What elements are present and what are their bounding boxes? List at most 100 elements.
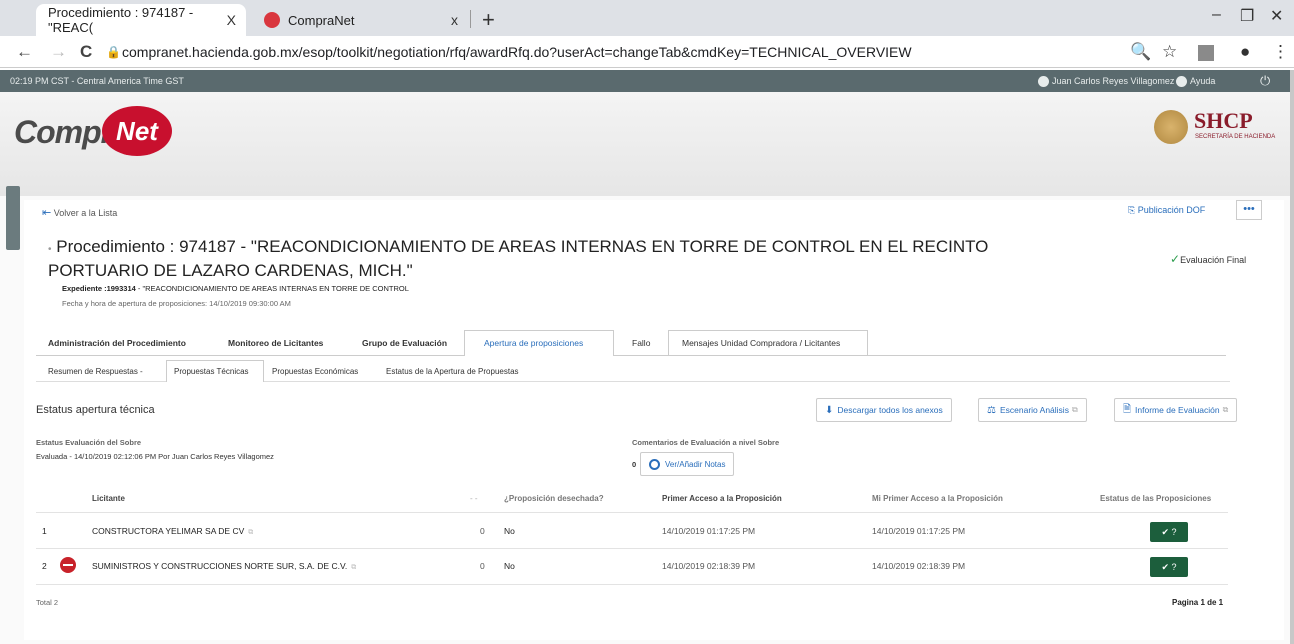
back-to-list-link[interactable]: ⇤ Volver a la Lista xyxy=(42,206,117,219)
row-2-name[interactable]: SUMINISTROS Y CONSTRUCCIONES NORTE SUR, … xyxy=(92,561,356,572)
row-2-desechada: No xyxy=(504,561,515,571)
scenario-analysis-button[interactable]: ⚖ Escenario Análisis ⧉ xyxy=(978,398,1087,422)
row-2-primer-acceso: 14/10/2019 02:18:39 PM xyxy=(662,561,756,571)
col-desechada: ¿Proposición desechada? xyxy=(504,494,604,503)
help-icon xyxy=(1176,76,1187,88)
procedure-title: • Procedimiento : 974187 - "REACONDICION… xyxy=(48,236,1048,281)
menu-icon[interactable]: ⋮ xyxy=(1272,42,1289,62)
close-tab-icon[interactable]: x xyxy=(451,12,458,28)
report-label: Informe de Evaluación xyxy=(1135,405,1220,415)
profile-icon[interactable]: ● xyxy=(1240,42,1250,62)
tab-monitoreo[interactable]: Monitoreo de Licitantes xyxy=(228,338,323,348)
col-primer-acceso: Primer Acceso a la Proposición xyxy=(662,494,782,503)
notes-label: Ver/Añadir Notas xyxy=(665,459,726,469)
row-1-primer-acceso: 14/10/2019 01:17:25 PM xyxy=(662,526,756,536)
url-field[interactable]: compranet.hacienda.gob.mx/esop/toolkit/n… xyxy=(122,44,912,60)
new-tab-button[interactable]: + xyxy=(482,7,495,33)
col-mi-primer-acceso: Mi Primer Acceso a la Proposición xyxy=(872,494,1003,503)
subtab-resumen[interactable]: Resumen de Respuestas - xyxy=(48,367,143,376)
bullet-icon: • xyxy=(48,244,52,255)
analysis-icon: ⚖ xyxy=(987,404,996,416)
publication-icon: ⎘ xyxy=(1128,205,1136,215)
user-menu[interactable]: Juan Carlos Reyes Villagomez xyxy=(1038,76,1175,88)
row-divider xyxy=(36,548,1228,549)
row-2-num: 2 xyxy=(42,561,47,571)
compranet-favicon-icon xyxy=(264,12,280,28)
app-top-strip: 02:19 PM CST - Central America Time GST … xyxy=(0,70,1290,92)
more-options-button[interactable]: ••• xyxy=(1236,200,1262,220)
check-icon: ✓ xyxy=(1170,252,1181,266)
publication-label: Publicación DOF xyxy=(1137,205,1206,215)
row-divider xyxy=(36,512,1228,513)
download-label: Descargar todos los anexos xyxy=(837,405,943,415)
header-banner: Compra Net SHCP SECRETARÍA DE HACIENDA xyxy=(0,92,1290,196)
download-icon: ⬇ xyxy=(825,404,834,416)
tab-mensajes[interactable]: Mensajes Unidad Compradora / Licitantes xyxy=(682,338,840,348)
help-label: Ayuda xyxy=(1190,76,1216,86)
close-window-icon[interactable]: ✕ xyxy=(1270,6,1283,26)
col-licitante: Licitante xyxy=(92,494,125,503)
subtab-tecnicas[interactable]: Propuestas Técnicas xyxy=(174,367,249,376)
external-link-icon: ⧉ xyxy=(1071,405,1078,414)
external-link-icon: ⧉ xyxy=(351,564,357,571)
forward-arrow-icon[interactable]: → xyxy=(50,42,67,62)
browser-tab-compranet[interactable]: CompraNet x xyxy=(252,4,468,36)
download-all-button[interactable]: ⬇ Descargar todos los anexos xyxy=(816,398,952,422)
comments-label: Comentarios de Evaluación a nivel Sobre xyxy=(632,438,780,447)
reload-icon[interactable]: C xyxy=(80,42,92,62)
expediente-info: Expediente :1993314 - "REACONDICIONAMIEN… xyxy=(62,284,409,293)
row-1-count: 0 xyxy=(480,526,485,536)
logout-icon[interactable]: ⏻ xyxy=(1260,73,1270,89)
row-1-desechada: No xyxy=(504,526,515,536)
page-scrollbar[interactable] xyxy=(1290,70,1294,644)
subtab-economicas[interactable]: Propuestas Económicas xyxy=(272,367,358,376)
mexico-seal-icon xyxy=(1154,110,1188,144)
row-1-name[interactable]: CONSTRUCTORA YELIMAR SA DE CV ⧉ xyxy=(92,526,253,537)
user-name: Juan Carlos Reyes Villagomez xyxy=(1052,76,1175,86)
star-icon[interactable]: ☆ xyxy=(1162,42,1177,62)
add-notes-button[interactable]: Ver/Añadir Notas xyxy=(640,452,735,476)
status-badge: ✓Evaluación Final xyxy=(1170,252,1246,266)
tab-administracion[interactable]: Administración del Procedimiento xyxy=(48,338,186,348)
tab-fallo[interactable]: Fallo xyxy=(632,338,650,348)
subtab-estatus[interactable]: Estatus de la Apertura de Propuestas xyxy=(386,367,519,376)
shcp-subtitle: SECRETARÍA DE HACIENDA xyxy=(1195,134,1276,140)
section-title: Estatus apertura técnica xyxy=(36,404,155,416)
close-tab-icon[interactable]: X xyxy=(227,12,236,28)
row-2-status-button[interactable]: ✔ ? xyxy=(1150,557,1188,577)
sidebar-toggle-handle[interactable] xyxy=(6,186,20,250)
row-1-status-button[interactable]: ✔ ? xyxy=(1150,522,1188,542)
search-icon[interactable]: 🔍 xyxy=(1130,42,1151,62)
tab-title: Procedimiento : 974187 - "REAC( xyxy=(48,5,194,35)
back-arrow-icon[interactable]: ← xyxy=(16,42,33,62)
procedure-title-text: Procedimiento : 974187 - "REACONDICIONAM… xyxy=(48,237,989,280)
comments-count: 0 xyxy=(632,460,637,469)
tab-separator xyxy=(470,10,471,28)
extension-icon[interactable] xyxy=(1198,45,1214,61)
publication-dof-link[interactable]: ⎘ Publicación DOF xyxy=(1128,205,1205,216)
evaluation-status-value: Evaluada - 14/10/2019 02:12:06 PM Por Ju… xyxy=(36,452,274,461)
opening-date: Fecha y hora de apertura de proposicione… xyxy=(62,299,291,308)
tab-apertura[interactable]: Apertura de proposiciones xyxy=(484,338,583,348)
comment-icon xyxy=(649,458,660,470)
browser-tab-procedimiento[interactable]: Procedimiento : 974187 - "REAC( X xyxy=(36,4,246,36)
document-icon: 🗎 xyxy=(1123,403,1132,415)
procedure-tabs: Administración del Procedimiento Monitor… xyxy=(36,330,1226,356)
col-estatus: Estatus de las Proposiciones xyxy=(1100,494,1212,503)
shcp-logo: SHCP xyxy=(1194,108,1253,133)
help-link[interactable]: Ayuda xyxy=(1176,76,1216,88)
external-link-icon: ⧉ xyxy=(1222,405,1229,414)
sub-tabs: Resumen de Respuestas - Propuestas Técni… xyxy=(36,360,1230,382)
user-icon xyxy=(1038,76,1049,88)
evaluation-status-label: Estatus Evaluación del Sobre xyxy=(36,438,142,447)
tab-grupo-evaluacion[interactable]: Grupo de Evaluación xyxy=(362,338,447,348)
current-time: 02:19 PM CST - Central America Time GST xyxy=(10,76,184,86)
total-count: Total 2 xyxy=(36,598,59,607)
row-divider xyxy=(36,584,1228,585)
evaluation-report-button[interactable]: 🗎 Informe de Evaluación ⧉ xyxy=(1114,398,1238,422)
col-dash: - - xyxy=(470,494,478,503)
restore-icon[interactable]: ❐ xyxy=(1240,6,1254,26)
minimize-icon[interactable]: ‒ xyxy=(1212,6,1221,24)
tab-title: CompraNet xyxy=(288,12,355,28)
status-label: Evaluación Final xyxy=(1180,255,1247,265)
